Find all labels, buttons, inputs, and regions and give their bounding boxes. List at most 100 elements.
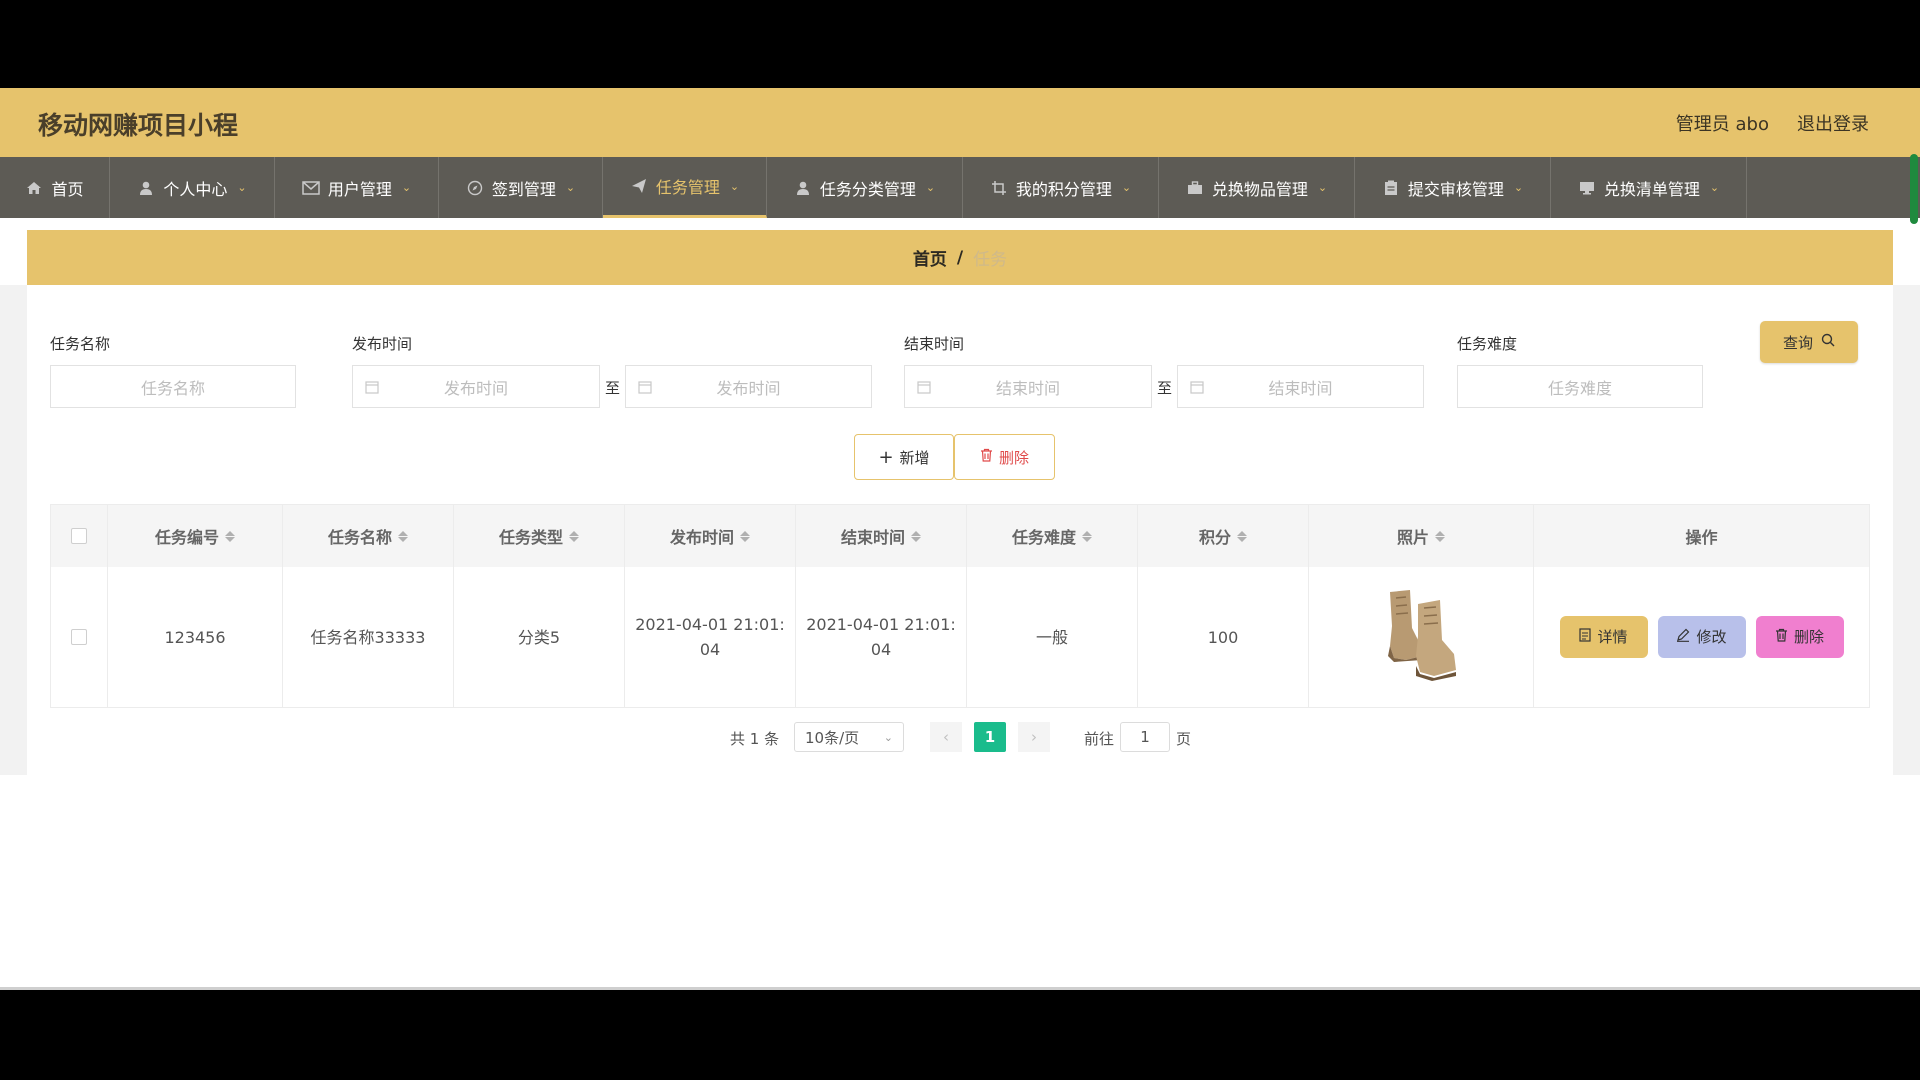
row-select-cell — [51, 567, 108, 707]
nav-item-task-management[interactable]: 任务管理 ⌄ — [603, 157, 767, 218]
column-label: 结束时间 — [840, 528, 905, 547]
home-icon — [25, 179, 43, 197]
difficulty-input[interactable]: 任务难度 — [1457, 365, 1703, 408]
row-delete-button[interactable]: 删除 — [1755, 616, 1844, 658]
nav-item-label: 提交审核管理 — [1407, 179, 1504, 199]
bulk-delete-button[interactable]: 删除 — [954, 434, 1055, 480]
chevron-right-icon: › — [1031, 728, 1037, 746]
column-header[interactable]: 任务难度 — [967, 505, 1138, 567]
logout-link[interactable]: 退出登录 — [1797, 110, 1869, 136]
sort-icon — [398, 530, 408, 542]
user-icon — [794, 179, 812, 197]
chevron-down-icon: ⌄ — [1317, 181, 1328, 194]
detail-button[interactable]: 详情 — [1559, 616, 1648, 658]
next-page-button[interactable]: › — [1018, 722, 1050, 752]
column-header: 操作 — [1534, 505, 1869, 567]
nav-item-user-management[interactable]: 用户管理 ⌄ — [275, 157, 439, 218]
page-size-select[interactable]: 10条/页 ⌄ — [794, 722, 904, 752]
bottom-divider — [0, 987, 1920, 990]
chevron-down-icon: ⌄ — [1709, 181, 1720, 194]
nav-item-label: 首页 — [51, 179, 84, 199]
chevron-down-icon: ⌄ — [883, 730, 893, 744]
goto-page-input[interactable]: 1 — [1120, 722, 1170, 752]
column-header[interactable]: 照片 — [1309, 505, 1534, 567]
column-label: 任务难度 — [1011, 528, 1076, 547]
detail-button-label: 详情 — [1597, 627, 1628, 646]
calendar-icon — [917, 379, 931, 394]
publish-end-input[interactable]: 发布时间 — [625, 365, 872, 408]
nav-item-exchange-items-management[interactable]: 兑换物品管理 ⌄ — [1159, 157, 1355, 218]
cell-actions: 详情 修改 删除 — [1534, 567, 1869, 707]
difficulty-placeholder: 任务难度 — [1547, 378, 1612, 398]
publish-end-placeholder: 发布时间 — [716, 378, 781, 398]
end-start-input[interactable]: 结束时间 — [904, 365, 1152, 408]
column-header[interactable]: 积分 — [1138, 505, 1309, 567]
trash-icon — [1775, 625, 1788, 650]
column-header[interactable]: 任务类型 — [454, 505, 625, 567]
task-name-placeholder: 任务名称 — [140, 378, 205, 398]
column-label: 任务类型 — [498, 528, 563, 547]
goto-label: 前往 — [1084, 729, 1115, 748]
prev-page-button[interactable]: ‹ — [930, 722, 962, 752]
query-button[interactable]: 查询 — [1760, 321, 1858, 363]
publish-start-input[interactable]: 发布时间 — [352, 365, 600, 408]
column-label: 发布时间 — [669, 528, 734, 547]
breadcrumb-home[interactable]: 首页 — [913, 245, 947, 270]
task-name-input[interactable]: 任务名称 — [50, 365, 296, 408]
nav-item-checkin-management[interactable]: 签到管理 ⌄ — [439, 157, 603, 218]
row-checkbox[interactable] — [71, 629, 87, 645]
calendar-icon — [638, 379, 652, 394]
search-icon — [1821, 333, 1835, 351]
cell-task-type: 分类5 — [454, 567, 625, 707]
nav-item-my-points-management[interactable]: 我的积分管理 ⌄ — [963, 157, 1159, 218]
nav-item-label: 任务管理 — [655, 178, 720, 197]
task-name-label: 任务名称 — [50, 335, 111, 353]
column-header[interactable]: 任务编号 — [108, 505, 283, 567]
nav-item-submission-review-management[interactable]: 提交审核管理 ⌄ — [1355, 157, 1551, 218]
sort-icon — [740, 530, 750, 542]
calendar-icon — [1190, 379, 1204, 394]
cell-photo — [1309, 567, 1534, 707]
select-all-cell — [51, 505, 108, 567]
sort-icon — [225, 530, 235, 542]
column-header[interactable]: 任务名称 — [283, 505, 454, 567]
pagination: 共 1 条 10条/页 ⌄ ‹ 1 › 前往 1 页 — [0, 722, 1920, 754]
query-button-label: 查询 — [1782, 333, 1813, 352]
page-scrollbar[interactable] — [1910, 154, 1918, 224]
nav-item-label: 任务分类管理 — [819, 179, 916, 199]
cell-end-time: 2021-04-01 21:01:04 — [796, 567, 967, 707]
compass-icon — [466, 179, 484, 197]
page-number-current[interactable]: 1 — [974, 722, 1006, 752]
nav-item-home[interactable]: 首页 — [0, 157, 110, 218]
breadcrumb: 首页 / 任务 — [27, 230, 1893, 285]
page-suffix: 页 — [1176, 729, 1192, 748]
nav-item-exchange-list-management[interactable]: 兑换清单管理 ⌄ — [1551, 157, 1747, 218]
column-label: 任务编号 — [154, 528, 219, 547]
nav-item-label: 兑换物品管理 — [1211, 179, 1308, 199]
publish-time-label: 发布时间 — [352, 335, 413, 353]
app-title: 移动网赚项目小程 — [38, 111, 239, 140]
add-button[interactable]: + 新增 — [854, 434, 954, 480]
column-header[interactable]: 结束时间 — [796, 505, 967, 567]
plus-icon: + — [878, 446, 894, 468]
select-all-checkbox[interactable] — [71, 528, 87, 544]
table-row: 123456 任务名称33333 分类5 2021-04-01 21:01:04… — [51, 567, 1869, 707]
end-end-input[interactable]: 结束时间 — [1177, 365, 1424, 408]
column-header[interactable]: 发布时间 — [625, 505, 796, 567]
chevron-down-icon: ⌄ — [1513, 181, 1524, 194]
admin-label: 管理员 abo — [1675, 114, 1769, 135]
breadcrumb-separator: / — [956, 247, 964, 268]
nav-item-personal-center[interactable]: 个人中心 ⌄ — [110, 157, 275, 218]
sort-icon — [911, 530, 921, 542]
breadcrumb-current: 任务 — [973, 250, 1008, 270]
edit-button[interactable]: 修改 — [1657, 616, 1746, 658]
sort-icon — [1237, 530, 1247, 542]
end-end-placeholder: 结束时间 — [1268, 378, 1333, 398]
column-label: 积分 — [1198, 528, 1231, 547]
column-label: 照片 — [1396, 528, 1429, 547]
calendar-icon — [365, 379, 379, 394]
nav-item-task-category-management[interactable]: 任务分类管理 ⌄ — [767, 157, 963, 218]
chevron-down-icon: ⌄ — [1121, 181, 1132, 194]
chevron-left-icon: ‹ — [943, 728, 949, 746]
chevron-down-icon: ⌄ — [401, 181, 412, 194]
